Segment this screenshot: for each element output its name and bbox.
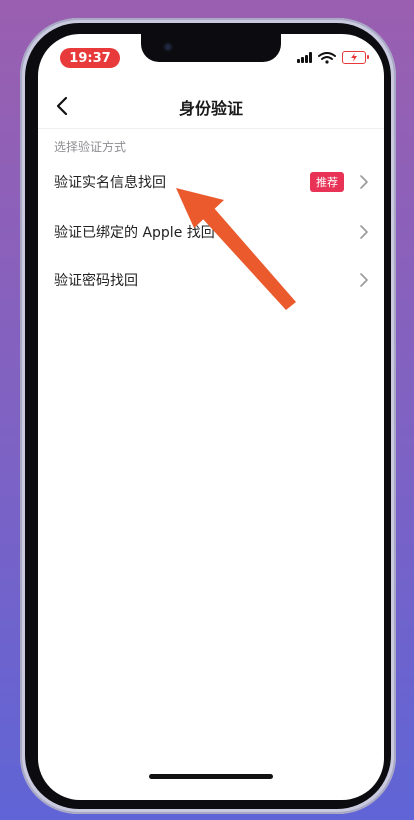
camera-icon <box>163 42 173 52</box>
chevron-right-icon <box>360 273 368 287</box>
phone-screen: 19:37 身份验证 选择验证方式 验证实名信息找回 推荐 验证已绑定的 App… <box>38 34 384 800</box>
battery-charging-icon <box>342 51 369 64</box>
cellular-signal-icon <box>297 52 312 63</box>
notch <box>141 34 281 62</box>
option-label: 验证密码找回 <box>54 273 138 289</box>
chevron-right-icon <box>360 225 368 239</box>
home-indicator <box>149 774 273 779</box>
nav-bar: 身份验证 <box>38 84 384 129</box>
section-label: 选择验证方式 <box>54 140 127 154</box>
option-real-name-verification[interactable]: 验证实名信息找回 推荐 <box>38 160 384 204</box>
option-apple-verification[interactable]: 验证已绑定的 Apple 找回 <box>38 210 384 254</box>
chevron-right-icon <box>360 175 368 189</box>
option-label: 验证实名信息找回 <box>54 175 166 191</box>
status-time: 19:37 <box>60 48 120 68</box>
option-label: 验证已绑定的 Apple 找回 <box>54 225 215 241</box>
status-icons <box>297 51 369 64</box>
page-title: 身份验证 <box>178 99 243 118</box>
wifi-icon <box>318 51 336 64</box>
recommended-badge: 推荐 <box>310 172 344 192</box>
option-password-verification[interactable]: 验证密码找回 <box>38 258 384 302</box>
